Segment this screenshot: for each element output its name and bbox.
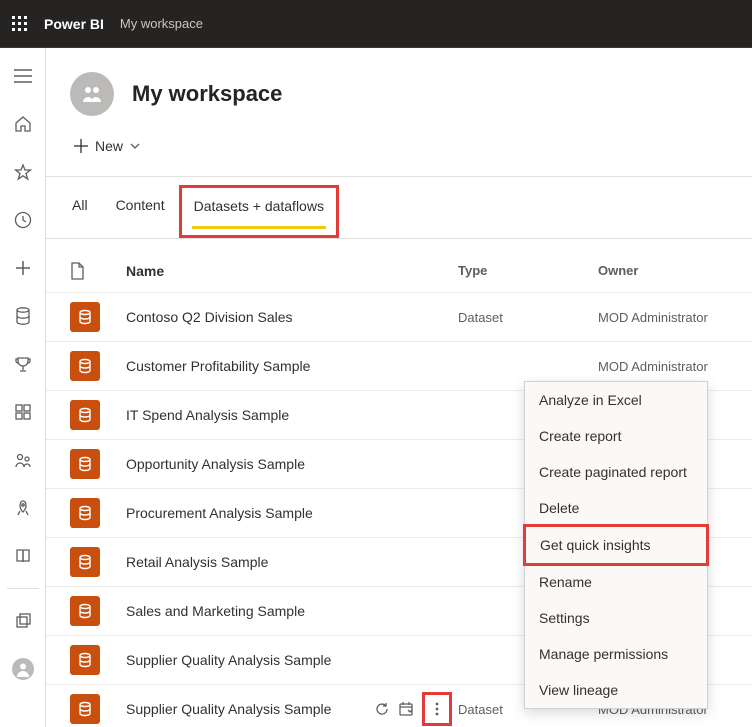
schedule-refresh-icon[interactable] [398,697,414,721]
ctx-create-paginated-report[interactable]: Create paginated report [525,454,707,490]
new-button-label: New [95,138,123,154]
col-header-name[interactable]: Name [126,263,374,279]
ctx-rename[interactable]: Rename [525,564,707,600]
dataset-name[interactable]: Supplier Quality Analysis Sample [126,701,374,717]
table-header: Name Type Owner [46,249,752,293]
ctx-manage-permissions[interactable]: Manage permissions [525,636,707,672]
home-icon[interactable] [3,104,43,144]
dataset-name[interactable]: Retail Analysis Sample [126,554,374,570]
tab-datasets-highlight: Datasets + dataflows [179,185,339,238]
main-area: My workspace New All Content Datasets + … [46,48,752,727]
breadcrumb[interactable]: My workspace [120,16,203,31]
shared-icon[interactable] [3,440,43,480]
workspaces-icon[interactable] [3,601,43,641]
my-workspace-avatar-icon[interactable] [3,649,43,689]
context-menu: Analyze in Excel Create report Create pa… [524,381,708,709]
dataset-tile-icon [70,547,100,577]
col-header-owner[interactable]: Owner [598,263,728,278]
dataset-tile-icon [70,694,100,724]
workspace-header: My workspace [46,48,752,128]
refresh-icon[interactable] [374,697,390,721]
workspace-title: My workspace [132,81,282,107]
ctx-get-quick-insights-highlight: Get quick insights [523,524,709,566]
dataset-tile-icon [70,449,100,479]
dataset-tile-icon [70,400,100,430]
ctx-view-lineage[interactable]: View lineage [525,672,707,708]
dataset-owner: MOD Administrator [598,310,728,325]
toolbar: New [46,128,752,177]
dataset-name[interactable]: Customer Profitability Sample [126,358,374,374]
tabs: All Content Datasets + dataflows [46,177,752,239]
dataset-type: Dataset [458,310,598,325]
apps-icon[interactable] [3,392,43,432]
dataset-tile-icon [70,645,100,675]
dataset-owner: MOD Administrator [598,359,728,374]
more-options-highlight [422,692,452,726]
dataset-name[interactable]: Contoso Q2 Division Sales [126,309,374,325]
nav-separator [7,588,39,589]
goals-icon[interactable] [3,344,43,384]
dataset-tile-icon [70,351,100,381]
tab-all[interactable]: All [70,191,90,238]
dataset-name[interactable]: IT Spend Analysis Sample [126,407,374,423]
hamburger-icon[interactable] [3,56,43,96]
dataset-tile-icon [70,596,100,626]
table-row[interactable]: Contoso Q2 Division Sales DatasetMOD Admi… [46,293,752,342]
dataset-name[interactable]: Procurement Analysis Sample [126,505,374,521]
app-launcher-icon[interactable] [12,16,28,32]
dataset-tile-icon [70,302,100,332]
ctx-get-quick-insights[interactable]: Get quick insights [526,527,706,563]
more-options-icon[interactable] [425,697,449,721]
new-button[interactable]: New [70,132,144,160]
ctx-settings[interactable]: Settings [525,600,707,636]
create-icon[interactable] [3,248,43,288]
ctx-delete[interactable]: Delete [525,490,707,526]
top-bar: Power BI My workspace [0,0,752,48]
dataset-name[interactable]: Sales and Marketing Sample [126,603,374,619]
recent-icon[interactable] [3,200,43,240]
dataset-name[interactable]: Opportunity Analysis Sample [126,456,374,472]
favorites-icon[interactable] [3,152,43,192]
tab-content[interactable]: Content [114,191,167,238]
brand-label: Power BI [44,16,104,32]
dataset-tile-icon [70,498,100,528]
tab-datasets[interactable]: Datasets + dataflows [192,192,326,229]
learn-icon[interactable] [3,536,43,576]
ctx-analyze-in-excel[interactable]: Analyze in Excel [525,382,707,418]
col-header-icon [70,262,126,280]
dataset-name[interactable]: Supplier Quality Analysis Sample [126,652,374,668]
col-header-type[interactable]: Type [458,263,598,278]
datasets-icon[interactable] [3,296,43,336]
left-nav [0,48,46,727]
workspace-avatar-icon [70,72,114,116]
ctx-create-report[interactable]: Create report [525,418,707,454]
deployment-icon[interactable] [3,488,43,528]
